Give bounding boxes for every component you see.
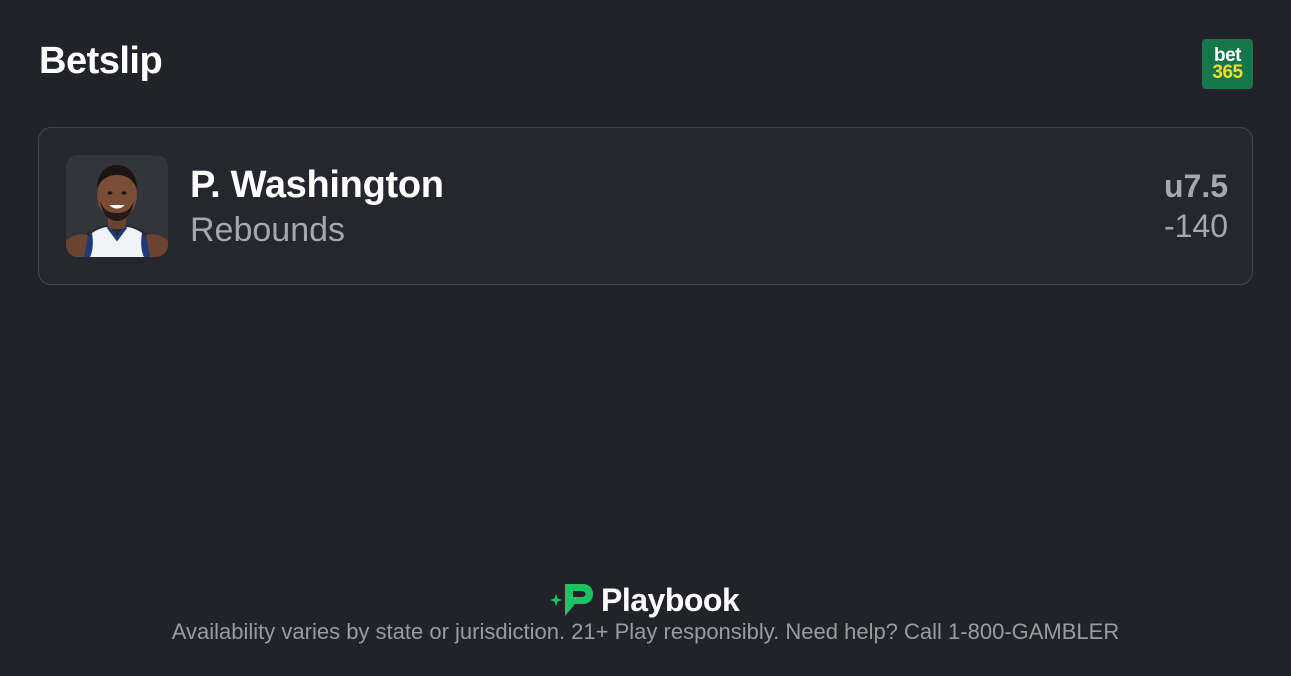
player-avatar <box>66 155 168 257</box>
bet-line: u7.5 <box>1163 168 1228 204</box>
player-headshot-icon <box>66 155 168 257</box>
playbook-icon <box>550 584 593 616</box>
player-name: P. Washington <box>190 164 444 206</box>
bet-market: Rebounds <box>190 211 346 249</box>
playbook-logo: Playbook <box>549 581 740 618</box>
responsible-gambling-disclaimer: Availability varies by state or jurisdic… <box>171 619 1120 644</box>
bet-card[interactable]: P. Washington Rebounds u7.5 -140 <box>38 127 1253 285</box>
bet-odds: -140 <box>1163 208 1228 244</box>
betslip-page: Betslip bet 365 P. Washington Rebounds u… <box>0 0 1291 676</box>
playbook-wordmark: Playbook <box>601 581 740 618</box>
sportsbook-logo-line2: 365 <box>1212 62 1243 83</box>
sportsbook-logo: bet 365 <box>1202 39 1253 89</box>
page-title: Betslip <box>39 40 163 82</box>
